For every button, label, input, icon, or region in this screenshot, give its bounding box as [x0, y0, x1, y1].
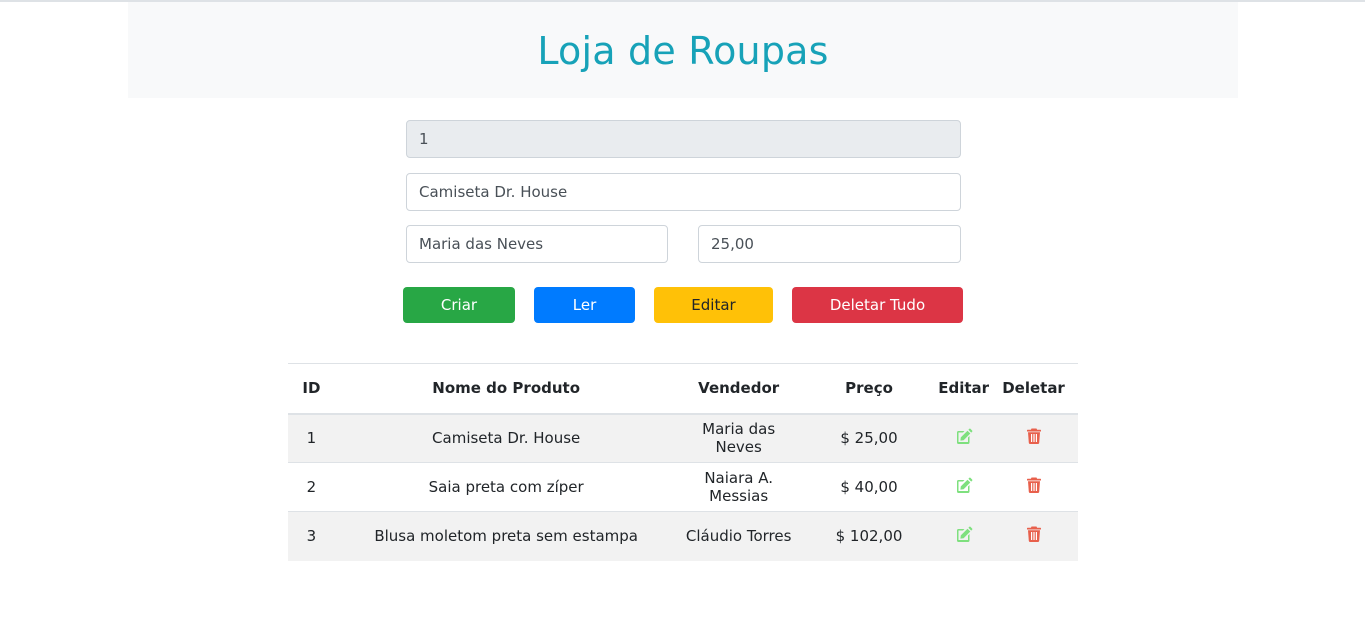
header-banner: Loja de Roupas: [128, 2, 1238, 98]
cell-id: 1: [306, 429, 317, 448]
cell-seller: Cláudio Torres: [685, 527, 792, 546]
column-header-product-name: Nome do Produto: [432, 379, 581, 398]
column-header-price: Preço: [845, 379, 893, 398]
table-row: 2 Saia preta com zíper Naiara A. Messias…: [288, 462, 1078, 512]
edit-icon[interactable]: [955, 477, 973, 493]
page-title: Loja de Roupas: [537, 29, 829, 73]
cell-delete: [989, 463, 1078, 512]
cell-edit: [938, 414, 989, 463]
edit-icon[interactable]: [955, 428, 973, 445]
table-row: 1 Camiseta Dr. House Maria das Neves $ 2…: [288, 413, 1078, 463]
cell-edit: [938, 463, 989, 512]
trash-icon[interactable]: [1026, 428, 1041, 445]
product-name-field[interactable]: [406, 173, 961, 211]
cell-id: 2: [306, 478, 317, 496]
edit-icon[interactable]: [955, 526, 973, 543]
cell-product-name: Camiseta Dr. House: [432, 429, 581, 448]
cell-edit: [938, 512, 989, 561]
table-header: ID Nome do Produto Vendedor Preço Editar…: [288, 363, 1078, 414]
column-header-id: ID: [302, 379, 321, 398]
cell-seller: Naiara A. Messias: [704, 469, 773, 505]
cell-delete: [989, 414, 1078, 463]
trash-icon[interactable]: [1026, 526, 1041, 543]
column-header-edit: Editar: [938, 379, 990, 398]
id-field[interactable]: [406, 120, 961, 158]
read-button[interactable]: Ler: [534, 287, 635, 323]
price-field[interactable]: [698, 225, 961, 263]
seller-field[interactable]: [406, 225, 668, 263]
cell-product-name: Blusa moletom preta sem estampa: [374, 527, 638, 546]
column-header-delete: Deletar: [1002, 379, 1065, 398]
column-header-seller: Vendedor: [698, 379, 780, 398]
cell-seller: Maria das Neves: [702, 420, 776, 457]
cell-price: $ 102,00: [835, 527, 903, 546]
cell-product-name: Saia preta com zíper: [428, 478, 584, 496]
trash-icon[interactable]: [1026, 477, 1041, 493]
cell-delete: [989, 512, 1078, 561]
cell-id: 3: [306, 527, 317, 546]
create-button[interactable]: Criar: [403, 287, 515, 323]
cell-price: $ 40,00: [840, 478, 898, 496]
edit-button[interactable]: Editar: [654, 287, 773, 323]
cell-price: $ 25,00: [840, 429, 898, 448]
table-row: 3 Blusa moletom preta sem estampa Cláudi…: [288, 511, 1078, 561]
table-header-row: ID Nome do Produto Vendedor Preço Editar…: [288, 363, 1078, 414]
products-table: ID Nome do Produto Vendedor Preço Editar…: [288, 363, 1078, 561]
table-body: 1 Camiseta Dr. House Maria das Neves $ 2…: [288, 413, 1078, 561]
delete-all-button[interactable]: Deletar Tudo: [792, 287, 963, 323]
